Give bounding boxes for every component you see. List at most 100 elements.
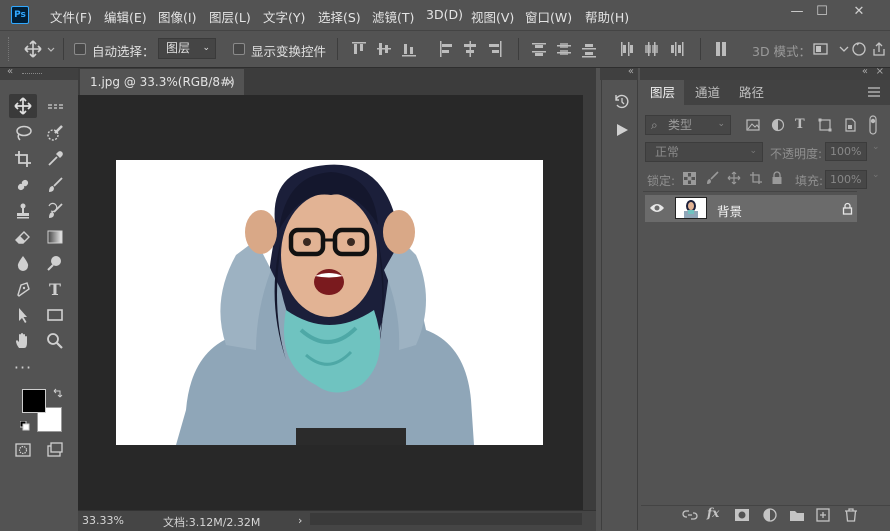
brush-tool-icon[interactable] [41,173,69,197]
quick-selection-tool-icon[interactable] [41,121,69,145]
distribute-right-icon[interactable] [668,40,684,58]
path-selection-tool-icon[interactable] [9,303,37,327]
lock-all-icon[interactable] [771,171,783,185]
zoom-tool-icon[interactable] [41,329,69,353]
mini-panel-header[interactable]: « [600,66,638,80]
document-tab[interactable]: 1.jpg @ 33.3%(RGB/8#) × [80,69,244,95]
menu-type[interactable]: 文字(Y) [263,7,305,26]
chevron-down-icon[interactable]: ⌄ [872,142,880,152]
crop-tool-icon[interactable] [9,147,37,171]
distribute-bottom-icon[interactable] [581,40,597,58]
move-tool-preset-icon[interactable] [22,38,56,60]
new-layer-icon[interactable] [815,507,831,523]
quick-mask-icon[interactable] [9,438,37,462]
align-top-icon[interactable] [351,40,367,58]
collapse-double-chevron-icon[interactable]: « [862,66,868,77]
eyedropper-tool-icon[interactable] [41,147,69,171]
filter-shape-layers-icon[interactable] [818,118,832,132]
filter-type-layers-icon[interactable]: T [795,117,809,132]
panel-menu-icon[interactable] [868,86,880,97]
close-panel-icon[interactable]: × [876,66,884,77]
filter-smart-object-icon[interactable] [843,118,857,132]
foreground-color-swatch[interactable] [22,389,46,413]
collapse-double-chevron-icon[interactable]: « [628,66,634,77]
eraser-tool-icon[interactable] [9,225,37,249]
filter-toggle-switch[interactable] [866,115,880,135]
actions-panel-play-icon[interactable] [614,122,630,138]
dodge-tool-icon[interactable] [41,251,69,275]
add-layer-mask-icon[interactable] [734,507,750,523]
menu-file[interactable]: 文件(F) [50,7,92,26]
layers-panel-header[interactable]: « × [640,66,890,80]
layer-lock-icon[interactable] [842,202,853,215]
share-icon[interactable] [870,40,888,58]
gradient-tool-icon[interactable] [41,225,69,249]
filter-pixel-layers-icon[interactable] [746,118,760,132]
blend-mode-dropdown[interactable]: 正常 ⌄ [645,142,763,162]
document-image[interactable] [116,160,543,445]
align-bottom-icon[interactable] [401,40,417,58]
distribute-left-icon[interactable] [618,40,634,58]
tab-layers[interactable]: 图层 [641,80,685,105]
history-panel-icon[interactable] [612,92,630,110]
maximize-button[interactable]: ☐ [811,3,833,21]
fill-input[interactable]: 100% [825,170,867,189]
swap-colors-icon[interactable] [53,387,63,398]
new-adjustment-layer-icon[interactable] [762,507,778,523]
close-window-button[interactable]: ✕ [848,3,870,21]
rectangle-tool-icon[interactable] [41,303,69,327]
link-layers-icon[interactable] [682,507,698,523]
lock-artboard-icon[interactable] [749,171,763,185]
history-brush-tool-icon[interactable] [41,199,69,223]
toolbox-grip[interactable] [22,73,42,75]
lock-transparent-pixels-icon[interactable] [683,172,696,185]
menu-layer[interactable]: 图层(L) [209,7,251,26]
menu-image[interactable]: 图像(I) [158,7,196,26]
distribute-top-icon[interactable] [531,40,547,58]
distribute-vertical-center-icon[interactable] [556,40,572,58]
minimize-button[interactable]: — [786,3,808,21]
collapse-double-chevron-icon[interactable]: « [7,66,13,77]
auto-align-layers-icon[interactable] [713,40,729,58]
artboard-tool-icon[interactable] [41,94,69,118]
filter-adjustment-layers-icon[interactable] [771,118,785,132]
menu-3d[interactable]: 3D(D) [426,7,463,22]
layer-filter-dropdown[interactable]: ⌕ 类型 ⌄ [645,115,731,135]
align-vertical-center-icon[interactable] [376,40,392,58]
delete-layer-trash-icon[interactable] [843,507,859,523]
new-group-folder-icon[interactable] [789,507,805,523]
layer-style-fx-icon[interactable]: fx [707,506,725,522]
3d-orbit-icon[interactable] [812,41,830,57]
chevron-down-icon[interactable] [837,41,851,57]
lock-position-icon[interactable] [727,171,741,185]
status-menu-arrow-icon[interactable]: › [298,514,302,527]
menu-view[interactable]: 视图(V) [471,7,514,26]
tab-channels[interactable]: 通道 [686,80,729,105]
options-grip[interactable] [8,37,11,61]
auto-select-target-dropdown[interactable]: 图层 ⌄ [158,38,216,59]
spot-healing-brush-icon[interactable] [9,173,37,197]
menu-window[interactable]: 窗口(W) [525,7,572,26]
layer-name[interactable]: 背景 [717,201,742,220]
show-transform-checkbox[interactable] [233,43,245,55]
menu-edit[interactable]: 编辑(E) [104,7,147,26]
close-tab-icon[interactable]: × [225,69,235,95]
auto-select-checkbox[interactable] [74,43,86,55]
menu-select[interactable]: 选择(S) [318,7,361,26]
horizontal-scrollbar[interactable] [310,513,582,525]
chevron-down-icon[interactable]: ⌄ [872,170,880,180]
hand-tool-icon[interactable] [9,329,37,353]
zoom-level[interactable]: 33.33% [82,514,124,527]
default-colors-icon[interactable] [19,420,30,431]
lock-image-pixels-icon[interactable] [705,171,719,185]
distribute-horizontal-center-icon[interactable] [643,40,659,58]
menu-help[interactable]: 帮助(H) [585,7,629,26]
align-left-icon[interactable] [438,40,454,58]
blur-tool-icon[interactable] [9,251,37,275]
screen-mode-icon[interactable] [41,438,69,462]
menu-filter[interactable]: 滤镜(T) [372,7,414,26]
align-right-icon[interactable] [487,40,503,58]
pen-tool-icon[interactable] [9,277,37,301]
more-tools-icon[interactable]: ··· [9,355,37,379]
eye-visibility-icon[interactable] [649,202,665,214]
